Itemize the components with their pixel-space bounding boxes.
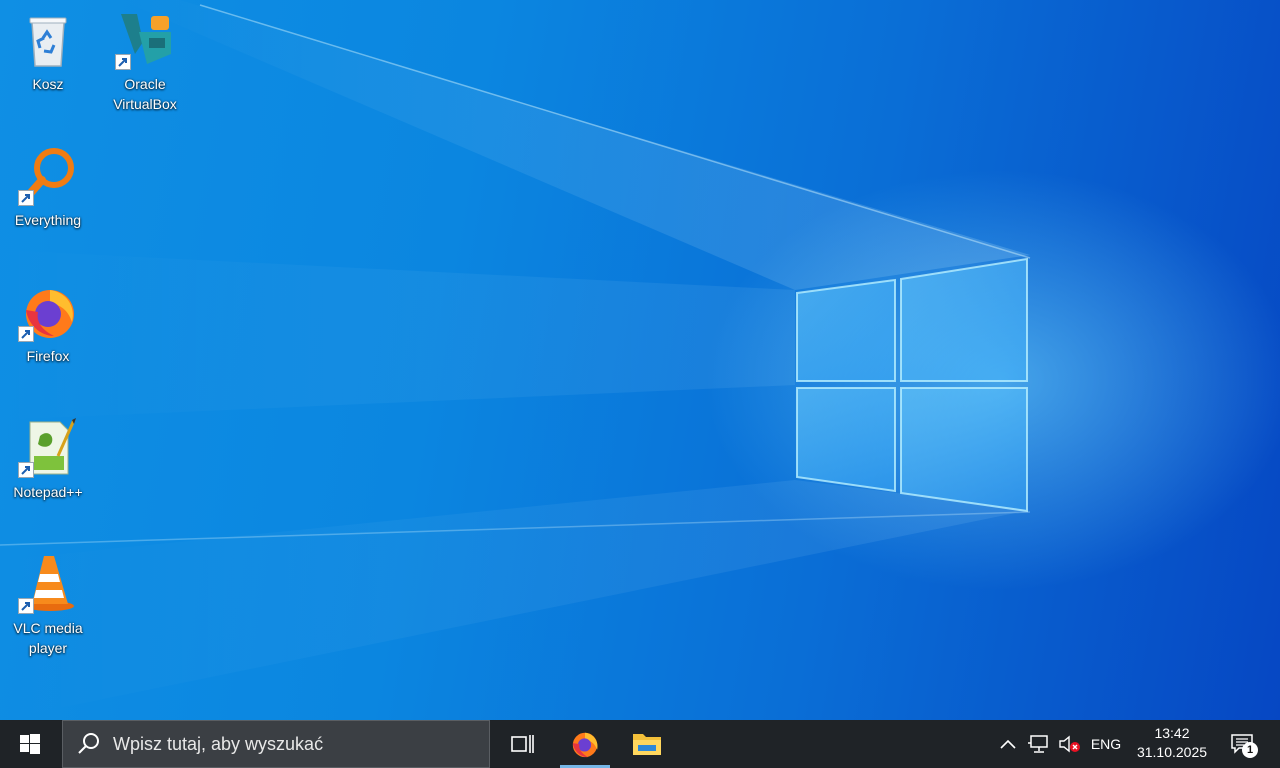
- shortcut-arrow-icon: [18, 462, 34, 478]
- icon-label: Everything: [14, 212, 82, 228]
- taskbar-app-firefox[interactable]: [560, 720, 610, 768]
- notification-count-badge: 1: [1242, 742, 1258, 758]
- start-button[interactable]: [0, 720, 60, 768]
- search-placeholder: Wpisz tutaj, aby wyszukać: [113, 733, 324, 754]
- show-hidden-icons-button[interactable]: [996, 720, 1020, 768]
- icon-label: Notepad++: [13, 484, 83, 500]
- input-language-indicator[interactable]: ENG: [1086, 720, 1126, 768]
- shortcut-arrow-icon: [115, 54, 131, 70]
- taskbar: Wpisz tutaj, aby wyszukać ENG 13:42 31.1…: [0, 720, 1280, 768]
- clock-date: 31.10.2025: [1136, 744, 1208, 760]
- desktop-icon-notepad-plus-plus[interactable]: Notepad++: [0, 416, 96, 502]
- folder-icon: [633, 734, 661, 755]
- volume-button[interactable]: [1056, 720, 1082, 768]
- taskbar-search-box[interactable]: Wpisz tutaj, aby wyszukać: [62, 720, 490, 768]
- firefox-icon: [572, 732, 598, 758]
- shortcut-arrow-icon: [18, 598, 34, 614]
- task-view-button[interactable]: [498, 720, 546, 768]
- clock-time: 13:42: [1154, 725, 1190, 741]
- action-center-button[interactable]: 1: [1220, 720, 1264, 768]
- desktop-icon-recycle-bin[interactable]: Kosz: [0, 8, 96, 94]
- chevron-up-icon: [1000, 739, 1016, 749]
- task-view-icon: [511, 735, 534, 753]
- recycle-bin-icon: [29, 17, 67, 67]
- icon-label: Kosz: [32, 76, 64, 92]
- shortcut-arrow-icon: [18, 326, 34, 342]
- windows-start-icon: [20, 734, 40, 754]
- network-ethernet-icon: [1028, 735, 1048, 753]
- desktop-icon-everything[interactable]: Everything: [0, 144, 96, 230]
- desktop-icon-vlc[interactable]: VLC media player: [0, 552, 96, 658]
- clock-date-button[interactable]: 13:42 31.10.2025: [1130, 720, 1214, 768]
- shortcut-arrow-icon: [18, 190, 34, 206]
- volume-muted-icon: [1059, 735, 1080, 753]
- network-status-button[interactable]: [1026, 720, 1052, 768]
- taskbar-app-file-explorer[interactable]: [622, 720, 672, 768]
- desktop-icon-firefox[interactable]: Firefox: [0, 280, 96, 366]
- desktop-icon-virtualbox[interactable]: Oracle VirtualBox: [97, 8, 193, 114]
- icon-label: Firefox: [26, 348, 70, 364]
- search-icon: [78, 733, 99, 754]
- icon-label: Oracle VirtualBox: [113, 76, 177, 112]
- icon-label: VLC media player: [13, 620, 83, 656]
